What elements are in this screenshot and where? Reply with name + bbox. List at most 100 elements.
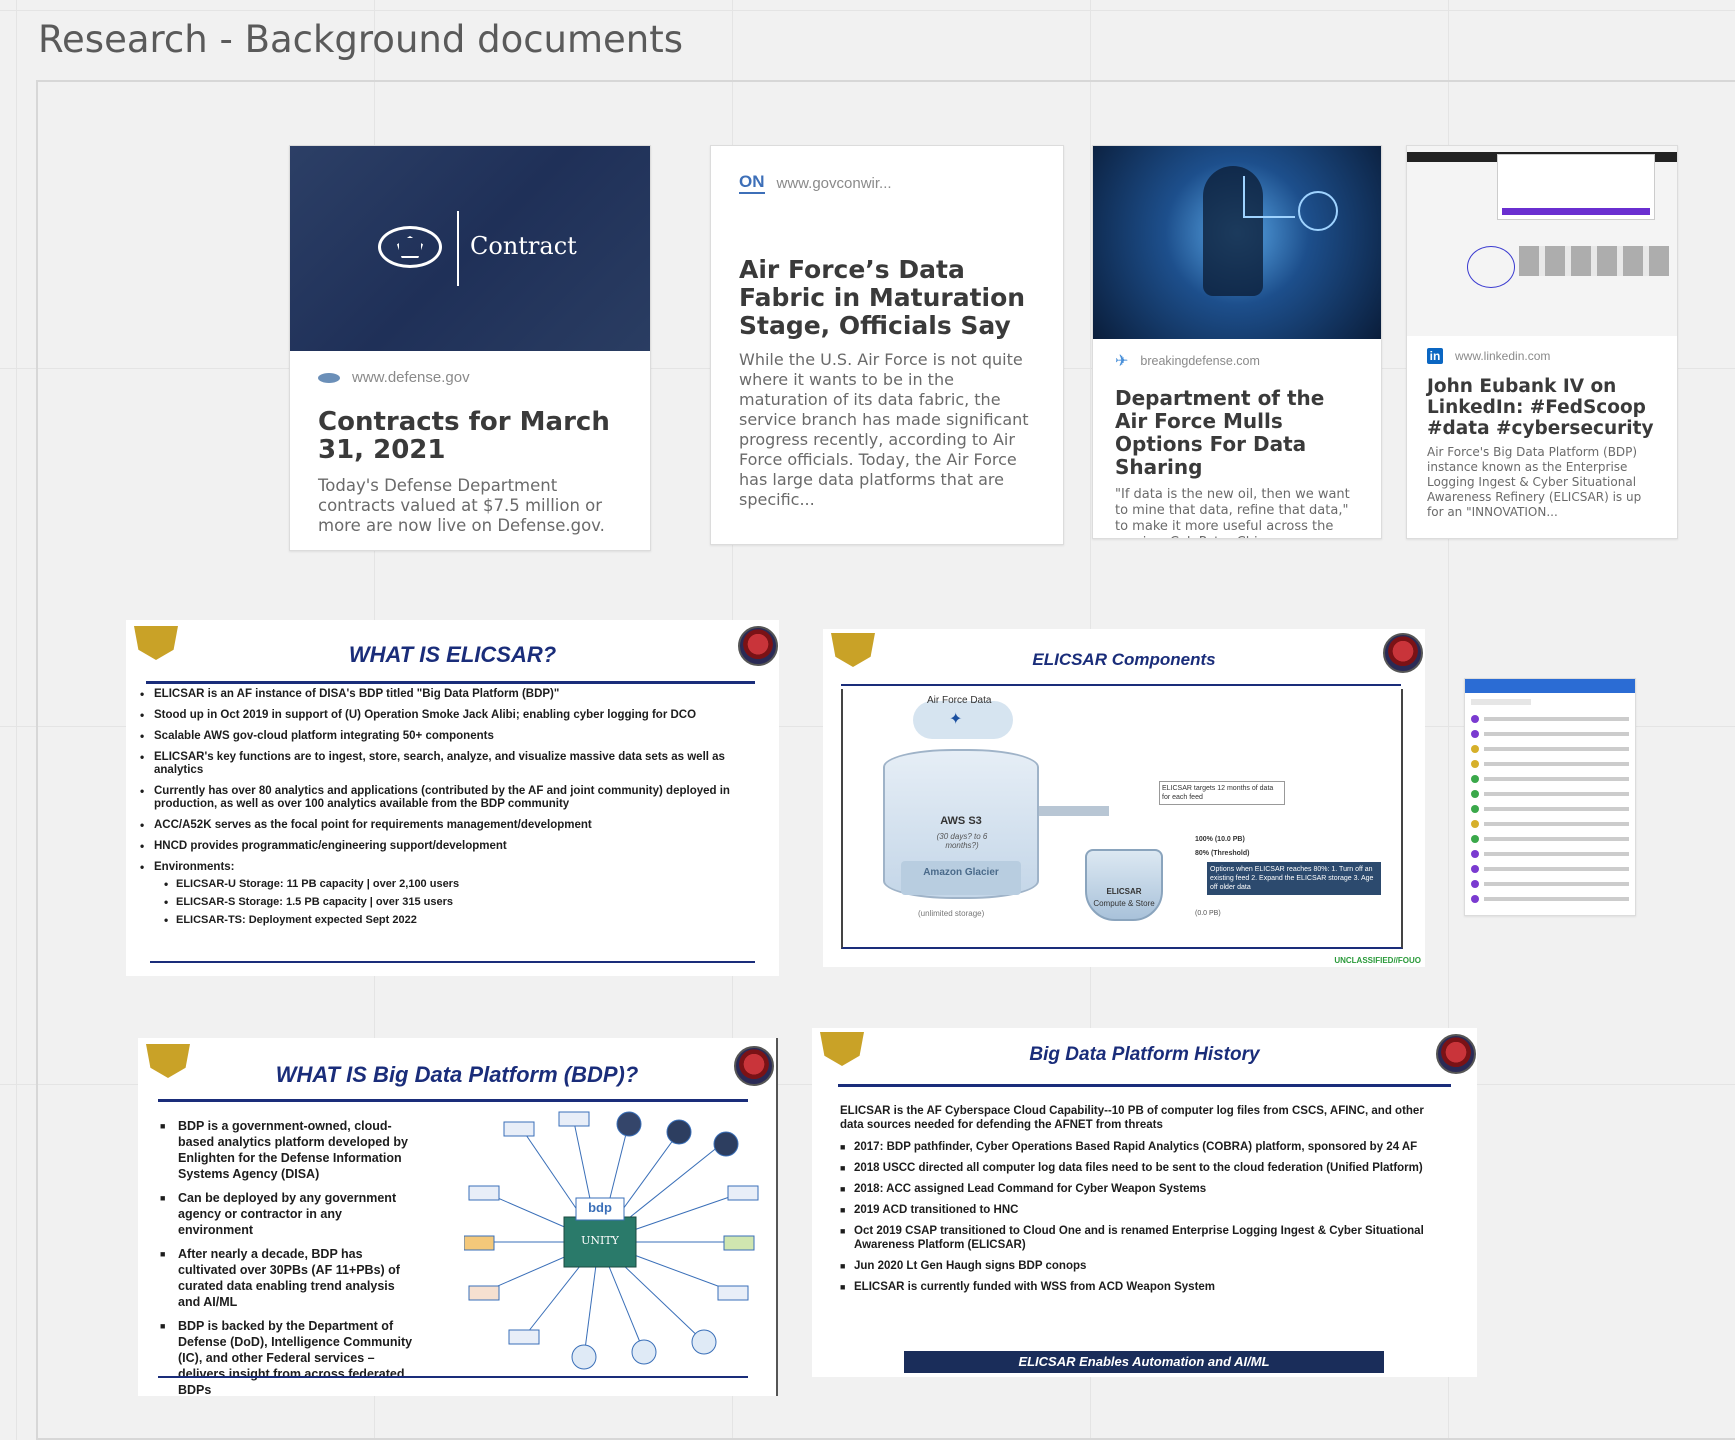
bullet-marker: •: [140, 784, 145, 798]
sub-bullet-item: ELICSAR-TS: Deployment expected Sept 202…: [164, 913, 417, 927]
bullet-marker: •: [140, 818, 145, 832]
slide-rule-bottom: [150, 961, 755, 963]
bullet-item: Oct 2019 CSAP transitioned to Cloud One …: [840, 1225, 1424, 1251]
thumbnail-row: [1471, 865, 1629, 873]
banner-text: Contract: [470, 232, 577, 260]
card-description: Today's Defense Department contracts val…: [318, 476, 605, 535]
bullet-item: 2018: ACC assigned Lead Command for Cybe…: [840, 1183, 1207, 1195]
link-card-govconwire[interactable]: ON www.govconwir... Air Force’s Data Fab…: [710, 145, 1064, 545]
board-title: Research - Background documents: [38, 18, 684, 61]
slide-title: Big Data Platform History: [1029, 1044, 1260, 1065]
bullet-item: HNCD provides programmatic/engineering s…: [140, 839, 507, 853]
bullet-marker: ■: [840, 1142, 846, 1152]
bullet-marker: •: [164, 895, 169, 909]
tank-label: AWS S3: [940, 815, 982, 827]
bullet-item: Environments: •: [140, 860, 235, 874]
slide-bdp-history[interactable]: Big Data Platform History ELICSAR is the…: [812, 1028, 1477, 1377]
bullet-marker: ■: [160, 1193, 166, 1203]
defense-logo-icon: [318, 372, 340, 383]
bullet-item: BDP is a government-owned, cloud-based a…: [160, 1119, 408, 1181]
bullet-marker: ■: [840, 1261, 846, 1271]
slide-bullets: BDP is a government-owned, cloud-based a…: [160, 1118, 415, 1396]
bullet-item: Stood up in Oct 2019 in support of (U) O…: [140, 708, 697, 722]
classification-label: UNCLASSIFIED//FOUO: [1334, 956, 1421, 965]
bullet-marker: ■: [160, 1121, 166, 1131]
bullet-item: 2018 USCC directed all computer log data…: [840, 1162, 1423, 1174]
bullet-marker: ■: [160, 1321, 166, 1331]
card-banner-image: [1093, 146, 1381, 339]
slide-bullets: 2017: BDP pathfinder, Cyber Operations B…: [840, 1140, 1450, 1294]
link-card-breakingdefense[interactable]: ✈ breakingdefense.com Department of the …: [1092, 145, 1382, 539]
history-banner: ELICSAR Enables Automation and AI/ML: [904, 1351, 1384, 1373]
bullet-item: ACC/A52K serves as the focal point for r…: [140, 818, 592, 832]
slide-elicsar-components[interactable]: ELICSAR Components Air Force Data ✦ AWS …: [823, 629, 1425, 967]
hologram-chart: [1243, 176, 1295, 218]
link-card-defense[interactable]: Contract www.defense.gov Contracts for M…: [289, 145, 651, 551]
level-80: 80% (Threshold): [1195, 850, 1250, 857]
thumbnail-row: [1471, 850, 1629, 858]
pentagon-seal-icon: [378, 226, 442, 268]
bucket-sub: Compute & Store: [1093, 899, 1155, 908]
thumbnail-header: [1465, 679, 1635, 693]
thumbnail-row: [1471, 790, 1629, 798]
bucket-label: ELICSAR: [1106, 887, 1142, 896]
thumbnail-row: [1471, 805, 1629, 813]
bullet-item: 2017: BDP pathfinder, Cyber Operations B…: [840, 1141, 1418, 1153]
hub-top-label: bdp: [588, 1200, 612, 1215]
card-title[interactable]: John Eubank IV on LinkedIn: #FedScoop #d…: [1427, 376, 1657, 439]
card-description: "If data is the new oil, then we want to…: [1115, 487, 1350, 538]
thumbnail-row: [1471, 730, 1629, 738]
bullet-marker: ■: [840, 1282, 846, 1292]
bullet-marker: •: [140, 729, 145, 743]
tank-sub: (30 days? to 6 months?): [936, 832, 988, 850]
card-screenshot-image: [1407, 146, 1677, 336]
bullet-marker: ■: [840, 1163, 846, 1173]
slide-rule: [838, 1084, 1451, 1087]
thumbnail-row: [1471, 820, 1629, 828]
thumbnail-row: [1471, 880, 1629, 888]
thumbnail-row: [1471, 715, 1629, 723]
card-description: While the U.S. Air Force is not quite wh…: [739, 350, 1029, 509]
link-card-linkedin[interactable]: in www.linkedin.com John Eubank IV on Li…: [1406, 145, 1678, 539]
thumbnail-row: [1471, 835, 1629, 843]
slide-title: ELICSAR Components: [1032, 650, 1216, 669]
bullet-marker: ■: [840, 1205, 846, 1215]
elicsar-bucket: [1085, 849, 1163, 921]
card-source: ON www.govconwir...: [739, 172, 1035, 194]
bullet-item: ELICSAR is currently funded with WSS fro…: [840, 1281, 1216, 1293]
card-title[interactable]: Department of the Air Force Mulls Option…: [1115, 387, 1359, 479]
thumbnail-search: [1471, 699, 1531, 705]
cloud-shape: [913, 701, 1013, 739]
level-0: (0.0 PB): [1195, 910, 1221, 917]
card-source: ✈ breakingdefense.com: [1115, 353, 1260, 370]
bullet-item: 2019 ACD transitioned to HNC ■: [840, 1204, 1019, 1216]
bullet-marker: ■: [160, 1249, 166, 1259]
bullet-marker: •: [140, 750, 145, 764]
thumbnail-row: [1471, 760, 1629, 768]
sub-bullet-item: ELICSAR-S Storage: 1.5 PB capacity | ove…: [164, 895, 453, 909]
bullet-marker: •: [140, 687, 145, 701]
bullet-item: After nearly a decade, BDP has cultivate…: [160, 1247, 400, 1309]
bullet-marker: •: [140, 860, 145, 874]
left-note: (unlimited storage): [918, 909, 985, 918]
card-source: www.defense.gov: [318, 369, 622, 386]
bullet-marker: ■: [840, 1226, 846, 1236]
bullet-item: ELICSAR is an AF instance of DISA's BDP …: [140, 687, 560, 701]
card-banner-image: Contract: [290, 146, 650, 351]
modal-preview: [1497, 154, 1655, 220]
callout-top: ELICSAR targets 12 months of data for ea…: [1159, 781, 1285, 805]
glacier-label: Amazon Glacier: [923, 867, 999, 878]
slide-what-is-elicsar[interactable]: WHAT IS ELICSAR? ELICSAR is an AF instan…: [126, 620, 779, 976]
card-title[interactable]: Air Force’s Data Fabric in Maturation St…: [739, 256, 1035, 340]
slide-bullets: ELICSAR is an AF instance of DISA's BDP …: [140, 688, 740, 927]
bullet-marker: •: [164, 877, 169, 891]
card-title[interactable]: Contracts for March 31, 2021: [318, 408, 622, 464]
bullet-marker: •: [140, 708, 145, 722]
list-panel-thumbnail[interactable]: [1464, 678, 1636, 916]
intro-text: ELICSAR is the AF Cyberspace Cloud Capab…: [840, 1105, 1424, 1131]
bullet-item: Scalable AWS gov-cloud platform integrat…: [140, 729, 494, 743]
slide-what-is-bdp[interactable]: WHAT IS Big Data Platform (BDP)? BDP is …: [138, 1038, 778, 1396]
hologram-pie: [1298, 191, 1338, 231]
card-description: Air Force's Big Data Platform (BDP) inst…: [1427, 445, 1642, 519]
bullet-item: BDP is backed by the Department of Defen…: [160, 1319, 413, 1396]
